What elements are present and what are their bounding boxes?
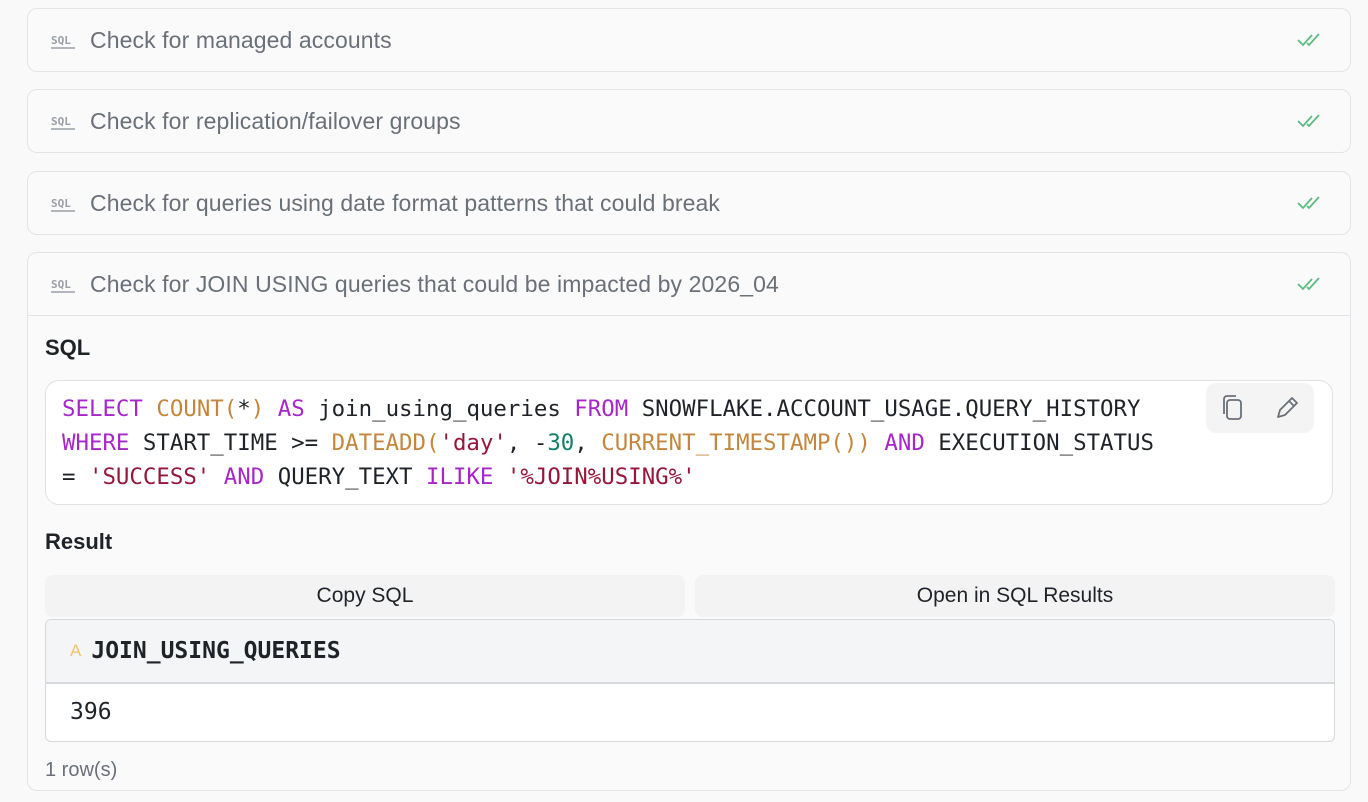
sql-section-label: SQL (45, 335, 91, 360)
table-header[interactable]: A JOIN_USING_QUERIES (46, 620, 1334, 684)
sql-icon: SQL (50, 272, 76, 296)
column-header: JOIN_USING_QUERIES (91, 638, 341, 664)
step-title: Check for replication/failover groups (90, 107, 461, 134)
sql-code: SELECT COUNT(*) AS join_using_queries FR… (62, 396, 1154, 490)
double-check-icon (1297, 196, 1320, 210)
double-check-icon (1297, 277, 1320, 291)
step-title: Check for JOIN USING queries that could … (90, 270, 779, 297)
step-header[interactable]: SQL Check for managed accounts (28, 9, 1350, 71)
step-card-expanded[interactable]: SQL Check for JOIN USING queries that co… (27, 252, 1351, 791)
step-card[interactable]: SQL Check for queries using date format … (27, 171, 1351, 235)
pencil-icon[interactable] (1269, 390, 1305, 426)
copy-icon[interactable] (1215, 390, 1251, 426)
svg-text:SQL: SQL (51, 34, 71, 47)
copy-sql-button[interactable]: Copy SQL (45, 575, 685, 617)
step-title: Check for queries using date format patt… (90, 189, 720, 216)
svg-text:SQL: SQL (51, 115, 71, 128)
step-card[interactable]: SQL Check for replication/failover group… (27, 89, 1351, 153)
sql-icon: SQL (50, 109, 76, 133)
svg-text:SQL: SQL (51, 278, 71, 291)
step-card[interactable]: SQL Check for managed accounts (27, 8, 1351, 72)
sql-code-block[interactable]: SELECT COUNT(*) AS join_using_queries FR… (45, 380, 1333, 505)
step-header[interactable]: SQL Check for queries using date format … (28, 172, 1350, 234)
step-title: Check for managed accounts (90, 26, 392, 53)
step-header[interactable]: SQL Check for JOIN USING queries that co… (28, 253, 1350, 315)
result-section-label: Result (45, 529, 113, 554)
open-sql-results-button[interactable]: Open in SQL Results (695, 575, 1335, 617)
result-table: A JOIN_USING_QUERIES 396 (45, 619, 1335, 742)
row-count: 1 row(s) (45, 759, 118, 781)
sql-icon: SQL (50, 28, 76, 52)
table-row[interactable]: 396 (46, 684, 1334, 739)
double-check-icon (1297, 114, 1320, 128)
step-detail: SQL SELECT COUNT(*) AS join_using_querie… (28, 315, 1350, 790)
svg-text:SQL: SQL (51, 197, 71, 210)
code-toolbar (1206, 383, 1314, 433)
text-type-icon: A (70, 641, 82, 660)
double-check-icon (1297, 33, 1320, 47)
step-header[interactable]: SQL Check for replication/failover group… (28, 90, 1350, 152)
sql-icon: SQL (50, 191, 76, 215)
